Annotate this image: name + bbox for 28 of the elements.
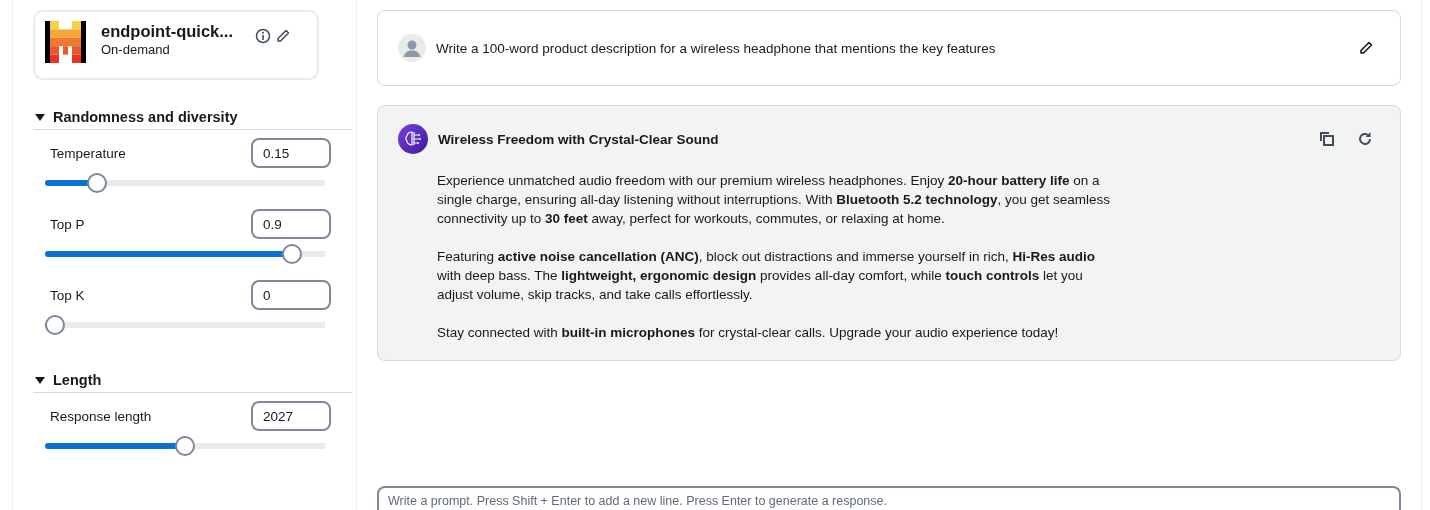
info-icon[interactable] — [255, 28, 271, 44]
param-input[interactable]: 0.9 — [251, 209, 331, 239]
slider-thumb[interactable] — [175, 436, 195, 456]
param-label: Top K — [50, 287, 85, 303]
param-label: Temperature — [50, 145, 126, 161]
response-paragraph: Experience unmatched audio freedom with our premium wireless headphones. Enjoy 20-hour battery life on a single charge, ensuring all-day listening without interruptions. With Bluetooth 5.2 technology, you get seamless connectivity up to 30 feet away, perfect for workouts, commutes, or relaxing at home. — [437, 172, 1112, 228]
copy-icon[interactable] — [1318, 130, 1336, 148]
refresh-icon[interactable] — [1356, 130, 1374, 148]
edit-icon[interactable] — [1358, 40, 1374, 56]
param-label: Top P — [50, 216, 85, 232]
param-input[interactable]: 2027 — [251, 401, 331, 431]
section-header[interactable]: Randomness and diversity — [33, 105, 352, 130]
prompt-field[interactable]: Write a prompt. Press Shift + Enter to add a new line. Press Enter to generate a response. — [377, 486, 1401, 510]
avatar-icon — [398, 34, 426, 62]
param-input[interactable]: 0.15 — [251, 138, 331, 168]
param-label: Response length — [50, 408, 152, 424]
response-title: Wireless Freedom with Crystal-Clear Sound — [438, 131, 720, 147]
slider-thumb[interactable] — [86, 173, 107, 193]
section-header[interactable]: Length — [33, 368, 352, 393]
edit-icon[interactable] — [275, 28, 291, 44]
response-paragraph: Featuring active noise cancellation (ANC), block out distractions and immerse yourself in rich, Hi-Res audio with deep bass. The lightweight, ergonomic design provides all-day comfort, while touch controls let you adjust volume, skip tracks, and take calls effortlessly. — [437, 248, 1096, 304]
model-name: endpoint-quick... — [101, 21, 234, 41]
prompt-text: Write a 100-word product description for a wireless headphone that mentions the key features — [436, 40, 997, 56]
response-paragraph: Stay connected with built-in microphones for crystal-clear calls. Upgrade your audio experience today! — [437, 324, 1060, 342]
model-mode: On-demand — [101, 41, 171, 58]
slider-thumb[interactable] — [45, 315, 65, 335]
param-input[interactable]: 0 — [251, 280, 331, 310]
slider-thumb[interactable] — [281, 244, 302, 264]
